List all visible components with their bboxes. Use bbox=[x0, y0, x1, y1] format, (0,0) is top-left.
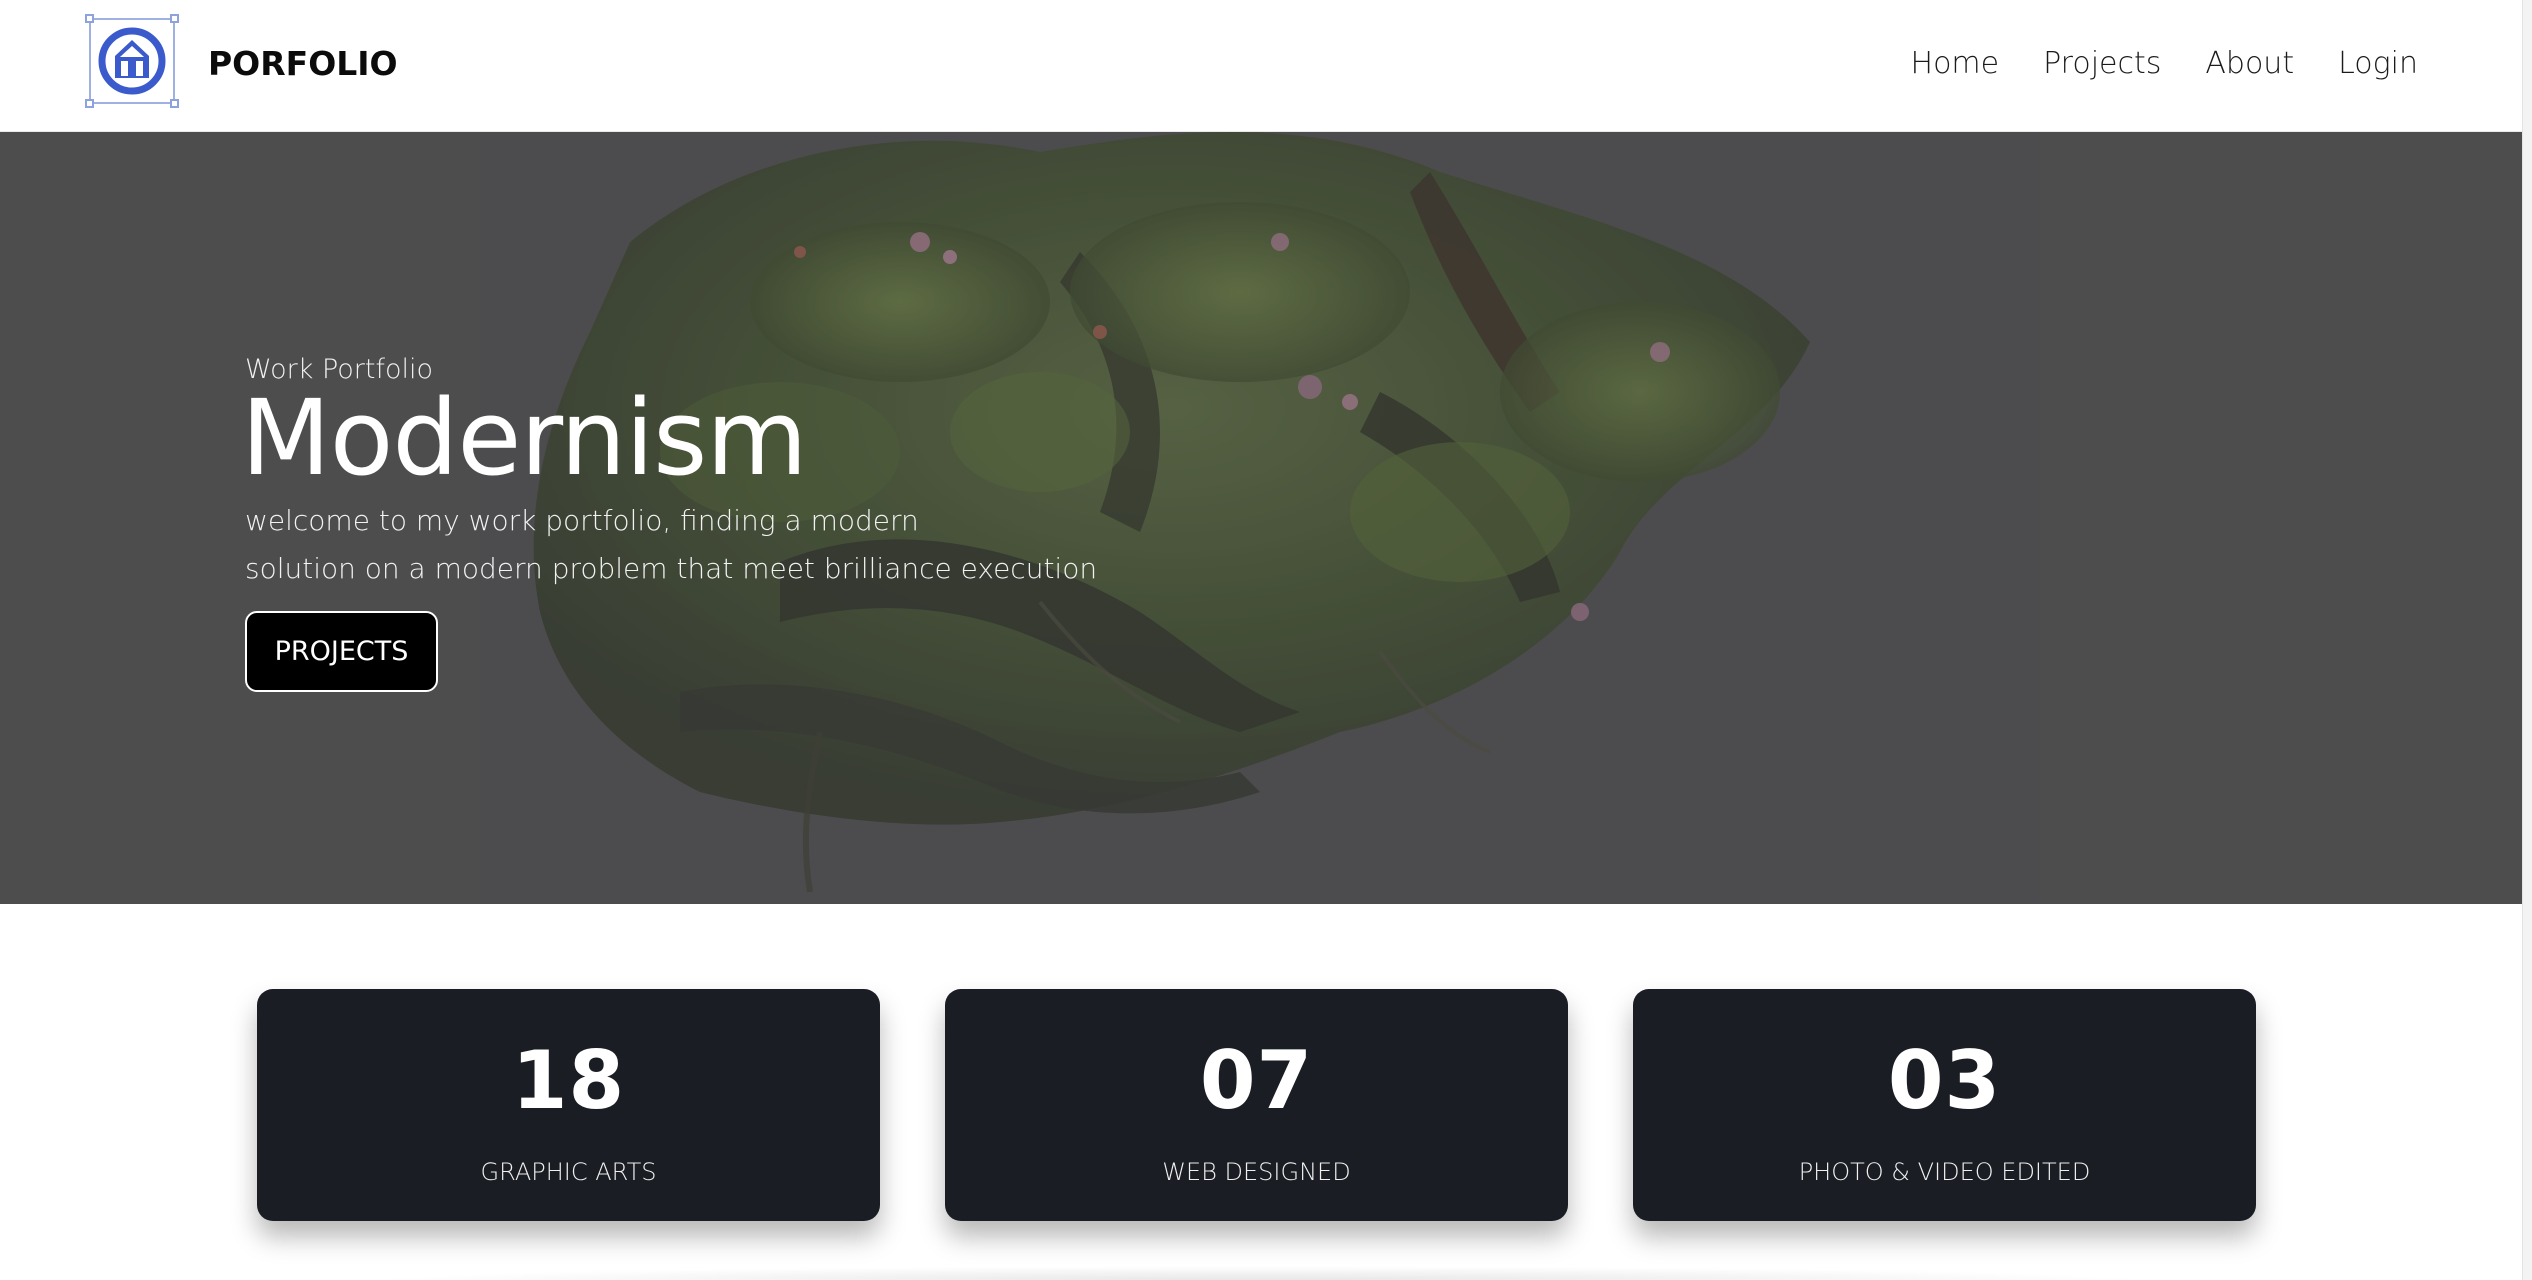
hero-description-line2: solution on a modern problem that meet b… bbox=[245, 551, 1098, 585]
stat-label: GRAPHIC ARTS bbox=[480, 1158, 657, 1186]
selection-handle bbox=[170, 99, 179, 108]
selection-handle bbox=[85, 99, 94, 108]
nav-home[interactable]: Home bbox=[1911, 46, 2000, 81]
hero-section: Work Portfolio Modernism welcome to my w… bbox=[0, 132, 2522, 904]
nav-about[interactable]: About bbox=[2205, 46, 2294, 81]
hero-title: Modernism bbox=[241, 377, 808, 500]
site-header: PORFOLIO Home Projects About Login bbox=[0, 0, 2522, 132]
scrollbar[interactable] bbox=[2522, 0, 2532, 1280]
main-nav: Home Projects About Login bbox=[1911, 46, 2418, 81]
projects-button[interactable]: PROJECTS bbox=[245, 610, 438, 692]
stat-card: 07 WEB DESIGNED bbox=[945, 989, 1568, 1221]
selection-handle bbox=[85, 14, 94, 23]
stat-card: 03 PHOTO & VIDEO EDITED bbox=[1633, 989, 2256, 1221]
stat-label: PHOTO & VIDEO EDITED bbox=[1798, 1158, 2091, 1186]
nav-login[interactable]: Login bbox=[2338, 46, 2418, 81]
page: PORFOLIO Home Projects About Login Work … bbox=[0, 0, 2532, 1280]
brand-name[interactable]: PORFOLIO bbox=[208, 44, 398, 83]
stat-number: 18 bbox=[511, 1034, 626, 1127]
stat-number: 07 bbox=[1199, 1034, 1314, 1127]
stat-card: 18 GRAPHIC ARTS bbox=[257, 989, 880, 1221]
pencil-in-circle-icon bbox=[98, 27, 166, 95]
section-shadow bbox=[360, 1266, 2160, 1280]
nav-projects[interactable]: Projects bbox=[2043, 46, 2161, 81]
hero-description: welcome to my work portfolio, finding a … bbox=[245, 497, 1145, 593]
stat-number: 03 bbox=[1887, 1034, 2002, 1127]
logo[interactable] bbox=[85, 14, 179, 108]
hero-content: Work Portfolio Modernism welcome to my w… bbox=[241, 354, 1145, 692]
stats-section: 18 GRAPHIC ARTS 07 WEB DESIGNED 03 PHOTO… bbox=[0, 904, 2522, 1280]
stat-label: WEB DESIGNED bbox=[1162, 1158, 1351, 1186]
hero-description-line1: welcome to my work portfolio, finding a … bbox=[245, 503, 919, 537]
selection-handle bbox=[170, 14, 179, 23]
